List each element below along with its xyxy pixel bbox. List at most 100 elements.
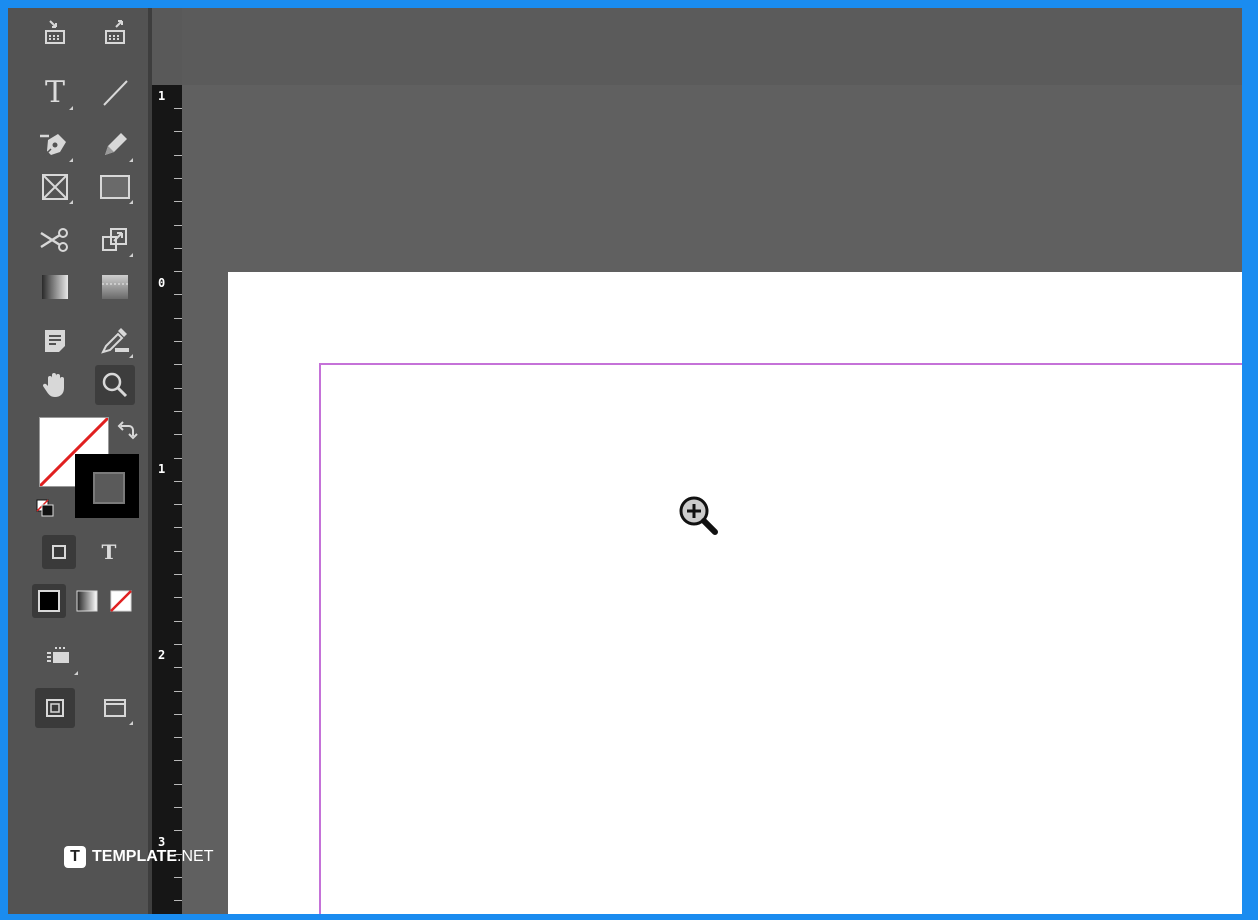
flyout-indicator [125,354,133,358]
ruler-tick [174,574,182,575]
note-tool[interactable] [35,321,75,361]
ruler-tick [174,504,182,505]
type-icon: T [44,75,65,110]
ruler-tick [174,411,182,412]
normal-view-button[interactable] [35,688,75,728]
apply-gradient-icon [76,590,98,612]
formatting-affects-text-button[interactable]: T [92,535,126,569]
ruler-tick [174,481,182,482]
hand-icon [42,373,64,397]
ruler-tick [174,667,182,668]
apply-color-icon [38,590,60,612]
eyedropper-tool[interactable] [95,321,135,361]
flyout-indicator [65,106,73,110]
free-transform-icon [102,228,127,251]
ruler-tick [174,644,182,645]
ruler-tick [174,318,182,319]
content-collector-tool[interactable] [35,12,75,52]
ruler-tick [174,178,182,179]
ruler-tick [174,877,182,878]
ruler-tick [174,388,182,389]
free-transform-tool[interactable] [95,220,135,260]
template-logo-icon: T [64,846,86,868]
watermark-brand: TEMPLATE [92,848,178,865]
line-icon [103,80,128,106]
ruler-label: 1 [158,89,166,103]
default-fill-stroke-button[interactable] [33,496,57,520]
gradient-swatch-tool[interactable] [35,267,75,307]
formatting-affects-container-button[interactable] [42,535,76,569]
type-tool[interactable]: T [35,73,75,113]
ruler-tick [174,364,182,365]
watermark-tld: .NET [177,848,214,865]
rectangle-tool[interactable] [95,167,135,207]
flyout-indicator [125,158,133,162]
gradient-feather-icon [102,275,128,299]
pencil-tool[interactable] [95,125,135,165]
note-icon [45,330,65,352]
line-tool[interactable] [95,73,135,113]
document-page[interactable] [228,272,1242,914]
pasteboard[interactable] [182,85,1242,914]
ruler-origin-corner[interactable] [152,8,183,85]
normal-view-icon [46,699,64,717]
view-mode-button[interactable] [40,638,80,678]
rectangle-icon [100,175,130,199]
ruler-label: 0 [158,276,166,290]
hand-tool[interactable] [35,365,75,405]
swap-arrows-icon [117,421,138,440]
gradient-swatch-icon [42,275,68,299]
scissors-icon [40,228,68,252]
view-mode-icon [47,647,69,663]
stroke-swatch[interactable] [75,454,139,518]
ruler-tick [174,201,182,202]
text-icon: T [101,540,117,564]
zoom-tool[interactable] [95,365,135,405]
swap-fill-stroke-button[interactable] [116,419,140,443]
ruler-tick [174,155,182,156]
pen-tool[interactable] [35,125,75,165]
screen-mode-button[interactable] [95,688,135,728]
gradient-feather-tool[interactable] [95,267,135,307]
rectangle-frame-tool[interactable] [35,167,75,207]
screen-mode-icon [104,699,126,717]
flyout-indicator [125,253,133,257]
ruler-tick [174,271,182,272]
ruler-tick [174,108,182,109]
rectangle-frame-icon [42,174,68,200]
tools-panel: T T [18,8,156,914]
apply-gradient-button[interactable] [70,584,104,618]
ruler-label: 1 [158,462,166,476]
ruler-tick [174,714,182,715]
ruler-tick [174,760,182,761]
flyout-indicator [65,158,73,162]
apply-none-icon [110,590,132,612]
scissors-tool[interactable] [35,220,75,260]
horizontal-ruler[interactable] [182,8,1242,86]
ruler-tick [174,784,182,785]
default-colors-icon [36,499,54,517]
margin-guides [319,363,1242,914]
ruler-tick [174,294,182,295]
stroke-swatch-inner [93,472,125,504]
ruler-tick [174,248,182,249]
indesign-window: T T 1 0 1 2 3 T TEMPLATE.NET [8,8,1242,914]
vertical-ruler[interactable]: 1 0 1 2 3 [152,85,182,914]
content-placer-tool[interactable] [95,12,135,52]
zoom-icon [102,372,128,398]
pencil-icon [105,133,127,155]
flyout-indicator [65,200,73,204]
apply-none-button[interactable] [104,584,138,618]
eyedropper-icon [101,328,129,354]
flyout-indicator [125,200,133,204]
ruler-tick [174,737,182,738]
content-collector-icon [45,20,65,44]
template-net-watermark: T TEMPLATE.NET [64,846,213,868]
ruler-tick [174,807,182,808]
ruler-label: 2 [158,648,166,662]
apply-color-button[interactable] [32,584,66,618]
content-placer-icon [105,20,125,44]
ruler-tick [174,131,182,132]
zoom-in-cursor-icon [679,496,718,535]
ruler-tick [174,551,182,552]
